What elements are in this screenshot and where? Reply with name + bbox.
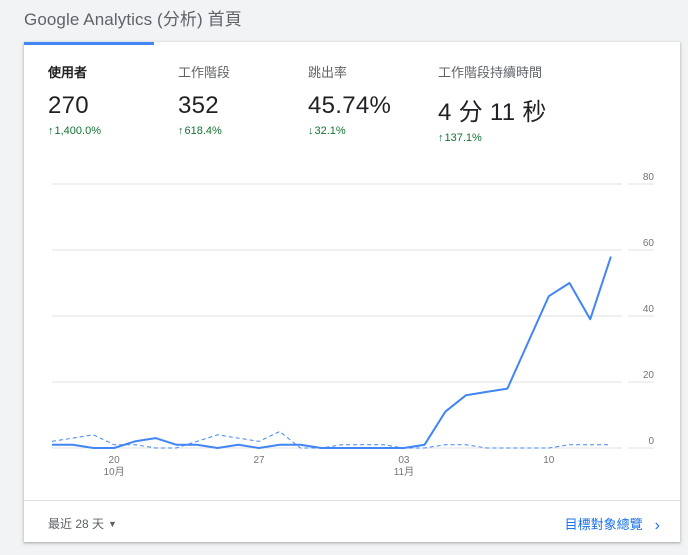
x-tick-label: 20	[109, 455, 121, 466]
active-tab-indicator	[24, 42, 154, 45]
metric-bounce-rate[interactable]: 跳出率 45.74% ↓32.1%	[308, 62, 391, 137]
arrow-up-icon: ↑	[178, 125, 184, 137]
x-tick-label: 27	[253, 455, 265, 466]
x-tick-label: 03	[398, 455, 410, 466]
metric-value: 352	[178, 92, 219, 119]
metric-value: 4 分 11 秒	[438, 99, 547, 126]
y-tick-label: 60	[643, 238, 655, 249]
metric-change: ↑137.1%	[438, 132, 547, 144]
metric-change: ↓32.1%	[308, 125, 391, 137]
audience-overview-link[interactable]: 目標對象總覽 ›	[565, 514, 660, 535]
metric-change-value: 32.1%	[314, 125, 346, 137]
analytics-card: 使用者 270 ↑1,400.0% 工作階段 352 ↑618.4% 跳出率 4…	[24, 42, 680, 542]
chevron-right-icon: ›	[654, 517, 660, 534]
line-chart: 0204060802010月27 0311月10	[51, 172, 655, 478]
y-tick-label: 20	[643, 370, 655, 381]
arrow-up-icon: ↑	[48, 125, 54, 137]
metric-change-value: 137.1%	[444, 132, 482, 144]
caret-down-icon: ▼	[108, 519, 117, 529]
footer-divider	[24, 500, 680, 501]
x-tick-sublabel: 10月	[104, 466, 125, 478]
metric-change-value: 1,400.0%	[54, 125, 101, 137]
metric-label: 跳出率	[308, 65, 348, 80]
y-tick-label: 80	[643, 172, 655, 183]
metric-change: ↑618.4%	[178, 125, 230, 137]
arrow-up-icon: ↑	[438, 132, 444, 144]
metric-users[interactable]: 使用者 270 ↑1,400.0%	[48, 62, 101, 137]
metric-change: ↑1,400.0%	[48, 125, 101, 137]
metric-sessions[interactable]: 工作階段 352 ↑618.4%	[178, 62, 230, 137]
series-line-previous	[51, 431, 611, 449]
y-tick-label: 0	[648, 436, 654, 447]
metric-change-value: 618.4%	[184, 125, 222, 137]
metric-label: 工作階段持續時間	[438, 65, 543, 80]
metric-label: 使用者	[48, 65, 88, 80]
page-title: Google Analytics (分析) 首頁	[24, 10, 242, 29]
metric-value: 45.74%	[308, 92, 392, 119]
metric-value: 270	[48, 92, 89, 119]
x-tick-label: 10	[543, 455, 555, 466]
series-line-current	[52, 256, 612, 449]
metric-session-duration[interactable]: 工作階段持續時間 4 分 11 秒 ↑137.1%	[438, 62, 547, 144]
date-range-label: 最近 28 天	[48, 517, 105, 531]
date-range-dropdown[interactable]: 最近 28 天 ▼	[48, 515, 117, 532]
audience-overview-label: 目標對象總覽	[564, 517, 643, 532]
y-tick-label: 40	[643, 304, 655, 315]
arrow-down-icon: ↓	[308, 125, 314, 137]
x-tick-sublabel: 11月	[394, 466, 414, 478]
metric-label: 工作階段	[178, 65, 231, 80]
